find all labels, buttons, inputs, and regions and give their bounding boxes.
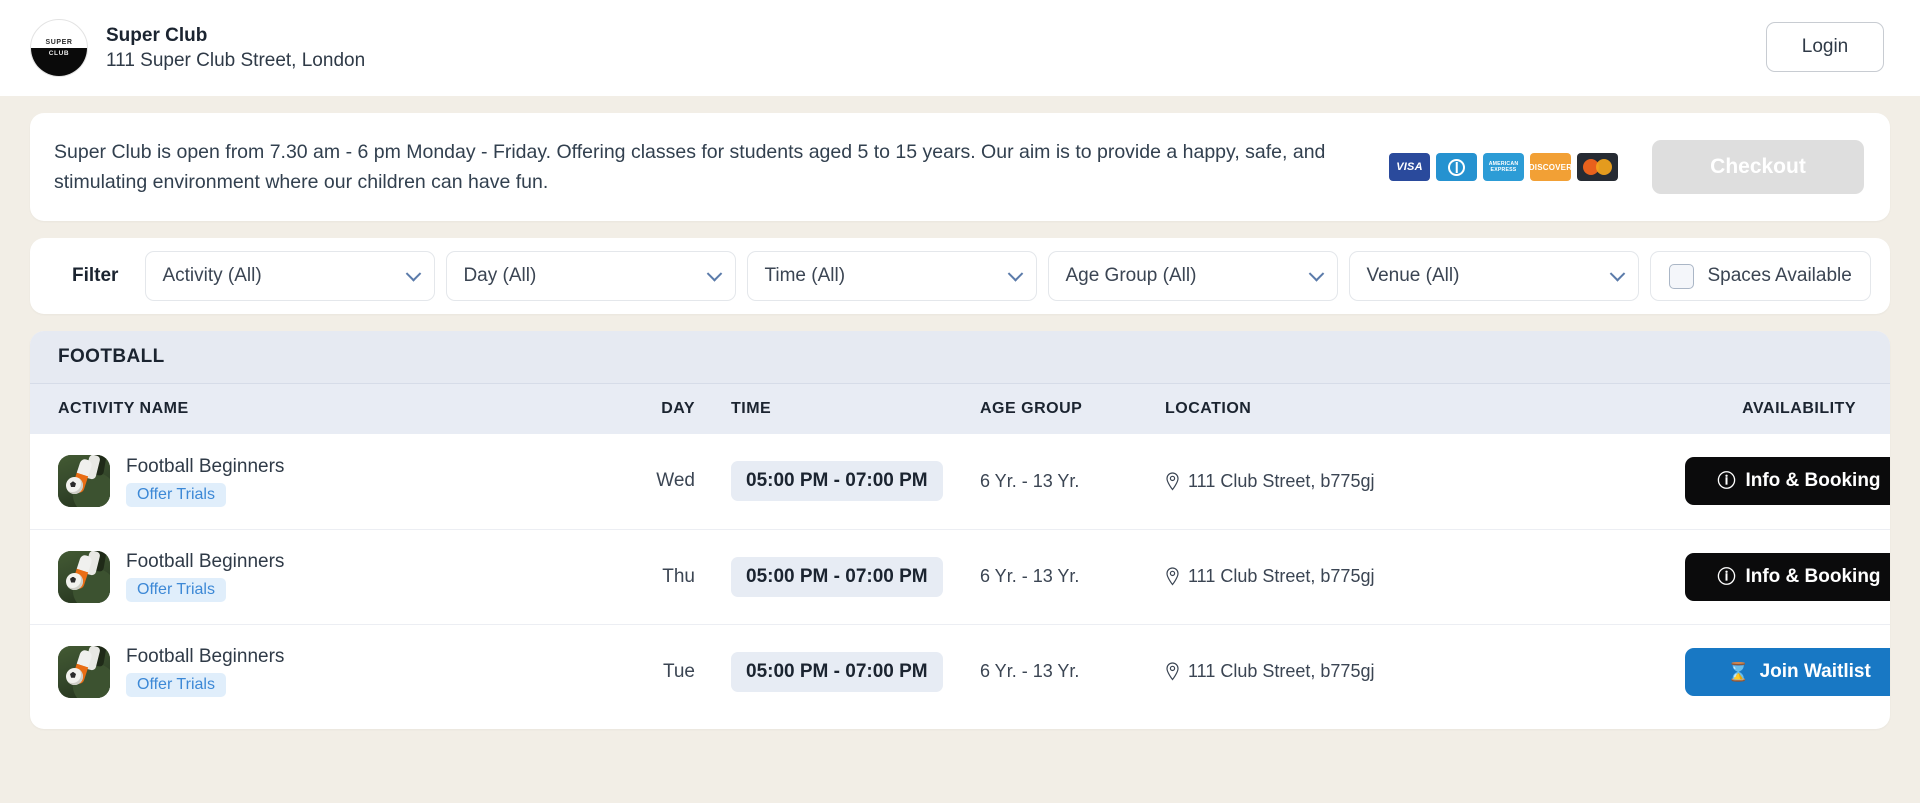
chevron-down-icon (707, 266, 723, 282)
cell-time: 05:00 PM - 07:00 PM (715, 434, 980, 529)
discover-icon: DISCOVER (1530, 153, 1571, 181)
offer-trials-badge: Offer Trials (126, 578, 226, 602)
table-row: Football Beginners Offer Trials Tue 05:0… (30, 624, 1890, 719)
brand: SUPER CLUB Super Club 111 Super Club Str… (30, 19, 365, 77)
filter-bar: Filter Activity (All) Day (All) Time (Al… (30, 238, 1890, 314)
info-banner: Super Club is open from 7.30 am - 6 pm M… (30, 113, 1890, 221)
payment-methods: VISA AMERICAN EXPRESS DISCOVER (1389, 153, 1618, 181)
cell-activity-name: Football Beginners Offer Trials (30, 529, 610, 624)
cell-age-group: 6 Yr. - 13 Yr. (980, 624, 1165, 719)
table-row: Football Beginners Offer Trials Wed 05:0… (30, 434, 1890, 529)
info-and-booking-button[interactable]: ⓘ Info & Booking (1685, 553, 1890, 601)
day-filter-select[interactable]: Day (All) (446, 251, 736, 301)
column-time: TIME (715, 384, 980, 434)
chevron-down-icon (406, 266, 422, 282)
age-group-filter-value: Age Group (All) (1065, 265, 1196, 287)
brand-address: 111 Super Club Street, London (106, 50, 365, 72)
cell-availability: ⓘ Info & Booking (1685, 434, 1890, 529)
location-pin-icon (1165, 472, 1180, 491)
login-button[interactable]: Login (1766, 22, 1884, 72)
info-circle-icon: ⓘ (1717, 568, 1735, 586)
availability-button-label: Info & Booking (1745, 566, 1880, 588)
time-filter-value: Time (All) (764, 265, 845, 287)
table-body: Football Beginners Offer Trials Wed 05:0… (30, 434, 1890, 719)
column-activity-name: ACTIVITY NAME (30, 384, 610, 434)
cell-location: 111 Club Street, b775gj (1165, 624, 1685, 719)
table-row: Football Beginners Offer Trials Thu 05:0… (30, 529, 1890, 624)
filter-label: Filter (52, 265, 134, 287)
page-body: Super Club is open from 7.30 am - 6 pm M… (0, 96, 1920, 729)
mastercard-icon (1577, 153, 1618, 181)
activity-name: Football Beginners (126, 456, 284, 478)
location-pin-icon (1165, 662, 1180, 681)
cell-day: Wed (610, 434, 715, 529)
cell-availability: ⓘ Info & Booking (1685, 529, 1890, 624)
visa-icon: VISA (1389, 153, 1430, 181)
info-banner-text: Super Club is open from 7.30 am - 6 pm M… (54, 137, 1373, 197)
info-circle-icon: ⓘ (1717, 472, 1735, 490)
offer-trials-badge: Offer Trials (126, 483, 226, 507)
checkout-button[interactable]: Checkout (1652, 140, 1864, 194)
spaces-available-label: Spaces Available (1707, 265, 1851, 287)
info-and-booking-button[interactable]: ⓘ Info & Booking (1685, 457, 1890, 505)
cell-age-group: 6 Yr. - 13 Yr. (980, 529, 1165, 624)
location-pin-icon (1165, 567, 1180, 586)
activity-name: Football Beginners (126, 551, 284, 573)
cell-time: 05:00 PM - 07:00 PM (715, 529, 980, 624)
activity-name: Football Beginners (126, 646, 284, 668)
time-filter-select[interactable]: Time (All) (747, 251, 1037, 301)
time-chip: 05:00 PM - 07:00 PM (731, 557, 943, 597)
cell-activity-name: Football Beginners Offer Trials (30, 624, 610, 719)
column-availability: AVAILABILITY (1685, 384, 1890, 434)
activity-thumbnail (58, 646, 110, 698)
cell-availability: ⌛ Join Waitlist (1685, 624, 1890, 719)
time-chip: 05:00 PM - 07:00 PM (731, 461, 943, 501)
offer-trials-badge: Offer Trials (126, 673, 226, 697)
spaces-available-checkbox[interactable] (1669, 264, 1694, 289)
column-age-group: AGE GROUP (980, 384, 1165, 434)
activity-filter-select[interactable]: Activity (All) (145, 251, 435, 301)
cell-day: Thu (610, 529, 715, 624)
location-text: 111 Club Street, b775gj (1188, 566, 1374, 587)
time-chip: 05:00 PM - 07:00 PM (731, 652, 943, 692)
availability-button-label: Join Waitlist (1760, 661, 1871, 683)
app-header: SUPER CLUB Super Club 111 Super Club Str… (0, 0, 1920, 96)
activity-thumbnail (58, 551, 110, 603)
category-header: FOOTBALL (30, 331, 1890, 384)
logo-top-text: SUPER (31, 39, 87, 46)
column-day: DAY (610, 384, 715, 434)
join-waitlist-button[interactable]: ⌛ Join Waitlist (1685, 648, 1890, 696)
cell-time: 05:00 PM - 07:00 PM (715, 624, 980, 719)
brand-name: Super Club (106, 25, 365, 47)
table-header: ACTIVITY NAME DAY TIME AGE GROUP LOCATIO… (30, 384, 1890, 434)
age-group-filter-select[interactable]: Age Group (All) (1048, 251, 1338, 301)
cell-day: Tue (610, 624, 715, 719)
chevron-down-icon (1309, 266, 1325, 282)
cell-location: 111 Club Street, b775gj (1165, 529, 1685, 624)
activity-thumbnail (58, 455, 110, 507)
venue-filter-value: Venue (All) (1366, 265, 1459, 287)
cell-age-group: 6 Yr. - 13 Yr. (980, 434, 1165, 529)
activities-table: ACTIVITY NAME DAY TIME AGE GROUP LOCATIO… (30, 384, 1890, 719)
hourglass-icon: ⌛ (1727, 663, 1749, 681)
column-location: LOCATION (1165, 384, 1685, 434)
chevron-down-icon (1610, 266, 1626, 282)
venue-filter-select[interactable]: Venue (All) (1349, 251, 1639, 301)
chevron-down-icon (1008, 266, 1024, 282)
diners-club-icon (1436, 153, 1477, 181)
cell-activity-name: Football Beginners Offer Trials (30, 434, 610, 529)
logo-bottom-text: CLUB (31, 50, 87, 57)
spaces-available-toggle[interactable]: Spaces Available (1650, 251, 1870, 301)
day-filter-value: Day (All) (463, 265, 536, 287)
activity-filter-value: Activity (All) (162, 265, 261, 287)
american-express-icon: AMERICAN EXPRESS (1483, 153, 1524, 181)
location-text: 111 Club Street, b775gj (1188, 661, 1374, 682)
location-text: 111 Club Street, b775gj (1188, 471, 1374, 492)
availability-button-label: Info & Booking (1745, 470, 1880, 492)
cell-location: 111 Club Street, b775gj (1165, 434, 1685, 529)
activities-table-card: FOOTBALL ACTIVITY NAME DAY TIME AGE GROU… (30, 331, 1890, 729)
club-logo-icon: SUPER CLUB (30, 19, 88, 77)
